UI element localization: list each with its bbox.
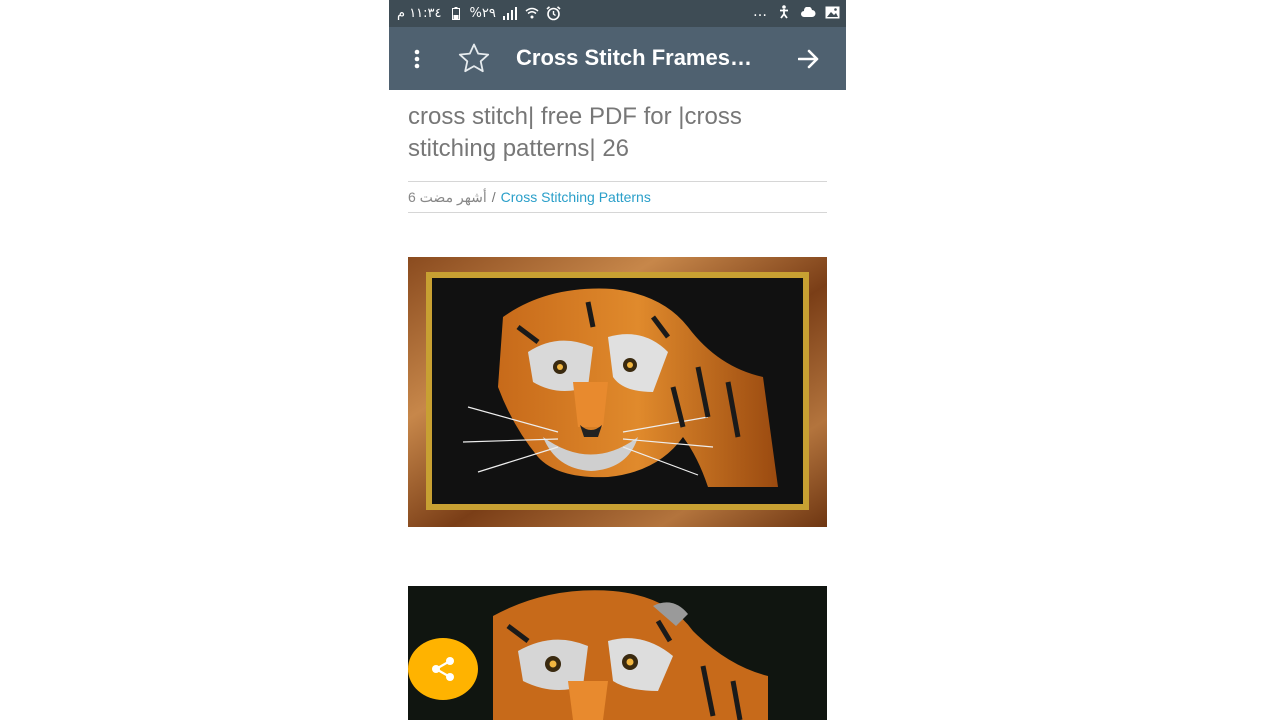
post-date: أشهر مضت 6 xyxy=(408,188,487,205)
app-bar: Cross Stitch Frames… xyxy=(389,27,846,90)
phone-screen: ١١:٣٤ م %٢٩ … Cross Stitch Frames… cross… xyxy=(389,0,846,720)
battery-icon xyxy=(448,5,464,21)
post-meta: أشهر مضت 6 / Cross Stitching Patterns xyxy=(408,181,827,213)
battery-percent: %٢٩ xyxy=(469,5,496,21)
image-icon xyxy=(824,4,840,20)
share-icon xyxy=(432,657,454,681)
status-time: ١١:٣٤ م xyxy=(397,5,442,21)
vertical-dots-icon xyxy=(414,49,420,69)
wifi-icon xyxy=(524,5,540,21)
cloud-icon xyxy=(800,4,816,20)
star-outline-icon xyxy=(458,43,490,73)
share-fab[interactable] xyxy=(408,638,478,700)
status-right: … xyxy=(753,4,840,20)
post-title: cross stitch| free PDF for |cross stitch… xyxy=(408,103,742,162)
forward-button[interactable] xyxy=(793,43,825,75)
status-left: ١١:٣٤ م %٢٩ xyxy=(397,5,562,21)
app-bar-title: Cross Stitch Frames… xyxy=(516,45,752,70)
category-link[interactable]: Cross Stitching Patterns xyxy=(501,189,651,205)
more-notifications-icon: … xyxy=(753,4,768,20)
meta-separator: / xyxy=(491,189,496,205)
overflow-menu-button[interactable] xyxy=(403,45,431,73)
signal-icon xyxy=(502,5,518,21)
status-bar: ١١:٣٤ م %٢٩ … xyxy=(389,0,846,27)
accessibility-icon xyxy=(776,4,792,20)
favorite-button[interactable] xyxy=(457,41,491,75)
arrow-right-icon xyxy=(798,49,819,69)
alarm-icon xyxy=(546,5,562,21)
post-image-framed-tiger[interactable] xyxy=(408,257,827,527)
